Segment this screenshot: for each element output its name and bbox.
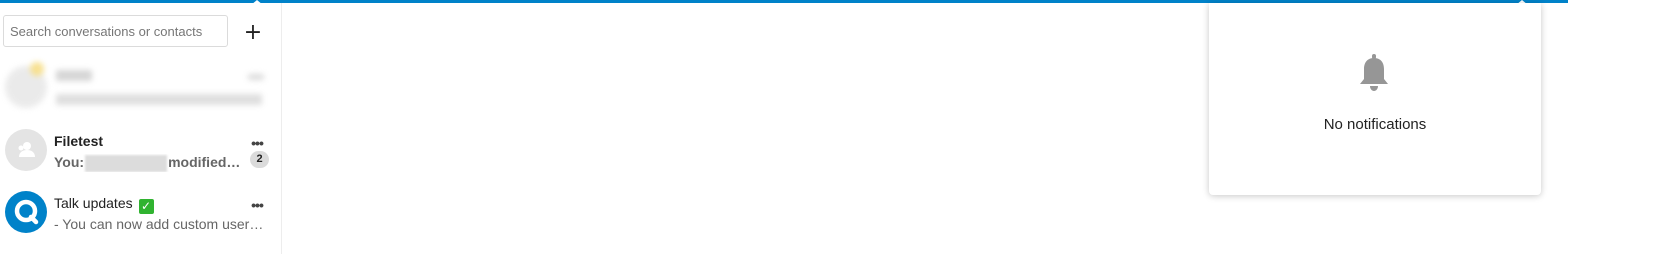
check-mark-icon: ✓ [138, 199, 154, 214]
bell-icon [1360, 54, 1388, 91]
conversation-item-talk-updates[interactable]: Talk updates ✓ ••• - You can now add cus… [0, 183, 282, 243]
talk-logo-icon [14, 199, 39, 225]
search-input[interactable] [3, 15, 228, 47]
avatar-status [30, 62, 44, 76]
conversations-sidebar: + Filetest ••• You: modified… 2 [0, 3, 282, 254]
redacted-text [85, 154, 168, 172]
more-button[interactable] [248, 74, 264, 80]
notifications-panel: No notifications [1209, 3, 1541, 195]
conversation-name [56, 70, 92, 81]
more-button[interactable]: ••• [246, 136, 268, 151]
conversation-name: Filetest [54, 133, 104, 149]
conversation-name: Talk updates [54, 195, 133, 211]
message-prefix: You: [54, 154, 85, 170]
conversation-name-row: Talk updates ✓ [54, 195, 154, 214]
unread-badge: 2 [250, 151, 269, 168]
conversation-item-blurred[interactable] [0, 60, 282, 120]
conversation-message: - You can now add custom user g… [54, 216, 266, 232]
message-suffix: modified… [168, 154, 241, 170]
conversation-item-filetest[interactable]: Filetest ••• You: modified… 2 [0, 121, 282, 181]
conversation-message [56, 94, 262, 105]
no-notifications-text: No notifications [1323, 116, 1427, 133]
conversation-message: You: modified… [54, 154, 266, 172]
group-icon [18, 142, 35, 157]
add-conversation-button[interactable]: + [238, 17, 268, 47]
more-button[interactable]: ••• [246, 198, 268, 213]
avatar [5, 191, 47, 233]
avatar [5, 129, 47, 171]
